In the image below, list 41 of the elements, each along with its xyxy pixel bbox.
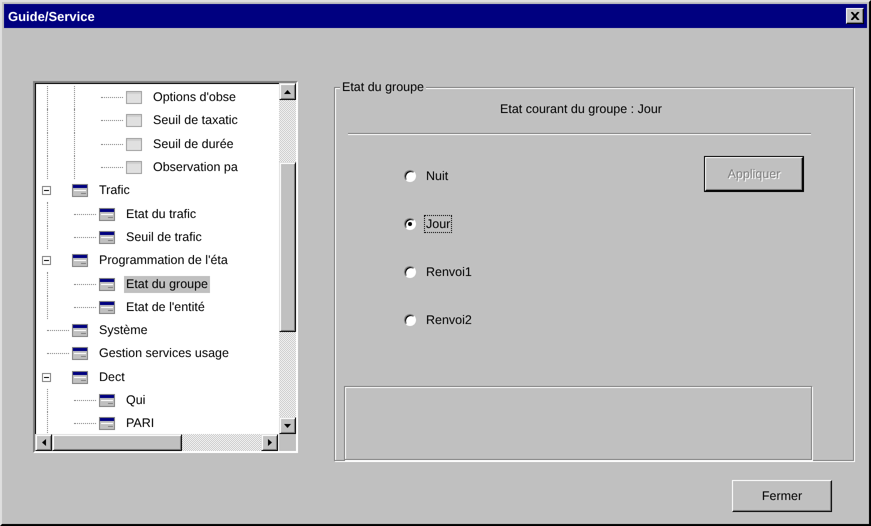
tree-item[interactable]: Seuil de trafic: [124, 228, 204, 246]
radio-button[interactable]: [404, 218, 416, 230]
close-button[interactable]: [846, 8, 864, 24]
up-arrow-icon: [284, 90, 291, 94]
scroll-thumb[interactable]: [52, 434, 182, 451]
close-icon: [850, 12, 860, 20]
radio-button[interactable]: [404, 314, 416, 326]
scroll-up-button[interactable]: [279, 83, 296, 100]
tree-item[interactable]: Système: [97, 322, 150, 340]
group-title: Etat du groupe: [340, 80, 426, 94]
left-arrow-icon: [42, 439, 46, 446]
scroll-thumb[interactable]: [279, 162, 296, 332]
vertical-scrollbar[interactable]: [279, 83, 296, 434]
tree-item[interactable]: PARI: [124, 415, 156, 432]
close-dialog-button[interactable]: Fermer: [732, 480, 832, 512]
tree-item[interactable]: Etat du groupe: [124, 276, 210, 293]
tree-item[interactable]: Trafic: [97, 182, 132, 200]
tree-item[interactable]: Qui: [124, 392, 148, 409]
collapse-icon[interactable]: [42, 256, 51, 266]
tree-item[interactable]: Dect: [97, 368, 127, 386]
scrollbar-corner: [279, 434, 296, 451]
right-arrow-icon: [268, 439, 272, 446]
scroll-down-button[interactable]: [279, 417, 296, 434]
collapse-icon[interactable]: [42, 186, 51, 196]
tree-item[interactable]: Gestion services usage: [97, 345, 231, 362]
tree-item[interactable]: Programmation de l'éta: [97, 252, 230, 270]
tree-item[interactable]: Etat de l'entité: [124, 298, 207, 316]
scroll-left-button[interactable]: [35, 434, 52, 451]
down-arrow-icon: [284, 424, 291, 428]
horizontal-scrollbar[interactable]: [35, 434, 278, 451]
radio-button[interactable]: [404, 170, 416, 182]
radio-button[interactable]: [404, 266, 416, 278]
radio-label[interactable]: Jour: [424, 214, 452, 233]
window-title: Guide/Service: [8, 8, 95, 24]
scroll-right-button[interactable]: [261, 434, 278, 451]
tree-item[interactable]: Etat du trafic: [124, 206, 198, 223]
radio-label[interactable]: Nuit: [424, 166, 450, 185]
radio-label[interactable]: Renvoi1: [424, 262, 474, 281]
collapse-icon[interactable]: [42, 372, 51, 382]
radio-label[interactable]: Renvoi2: [424, 310, 474, 329]
current-state-text: Etat courant du groupe : Jour: [499, 102, 663, 118]
